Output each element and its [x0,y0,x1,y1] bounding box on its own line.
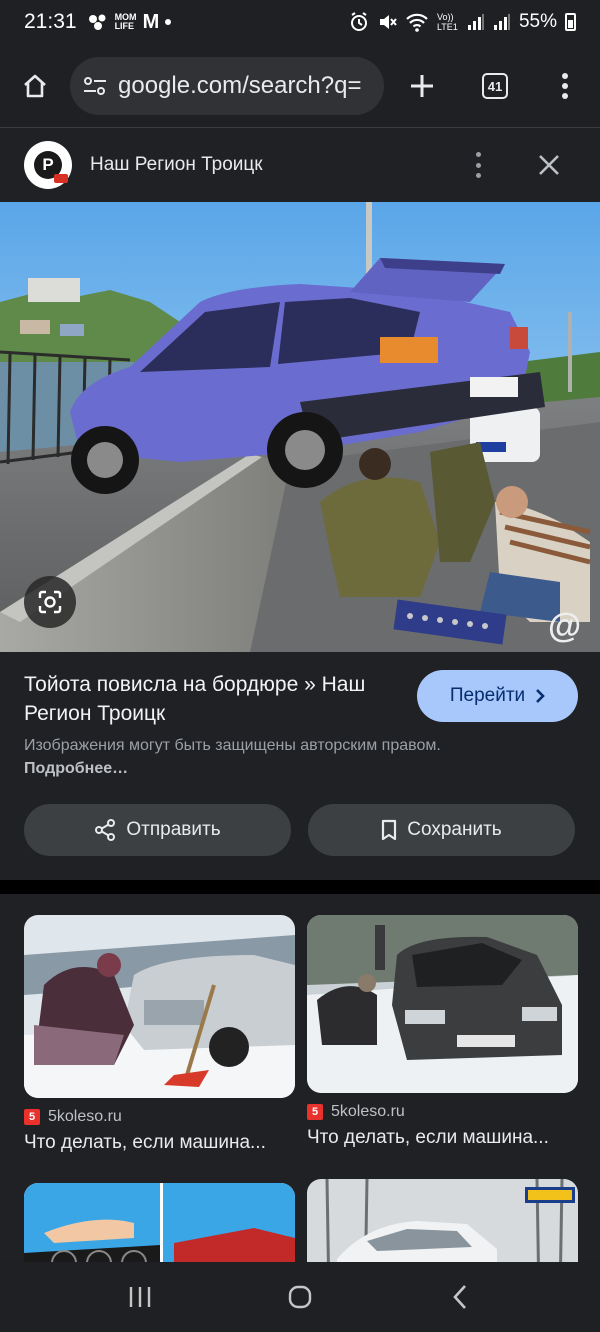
related-card[interactable] [307,1179,578,1262]
related-source: 5 5koleso.ru [24,1108,295,1126]
home-circle-icon [288,1285,312,1309]
browser-menu-button[interactable] [530,44,600,128]
related-card[interactable]: 5 5koleso.ru Что делать, если машина... [24,915,295,1154]
close-button[interactable] [534,150,564,180]
related-title[interactable]: Что делать, если машина... [24,1132,295,1154]
address-bar[interactable]: google.com/search?q= [70,57,384,115]
related-images: 5 5koleso.ru Что делать, если машина... … [0,894,600,1262]
car-on-curb-photo: @ [0,202,600,652]
related-image[interactable] [307,1179,578,1262]
tab-switcher-button[interactable]: 41 [460,44,530,128]
signal-icon [467,14,484,30]
svg-text:@: @ [548,607,581,645]
related-card[interactable] [24,1183,295,1262]
section-separator [0,880,600,894]
status-time: 21:31 [24,10,77,33]
snow-sedan-image [307,915,578,1093]
back-icon [453,1285,466,1309]
learn-more-link[interactable]: Подробнее… [24,760,128,777]
snowy-forest-car-image [307,1179,578,1262]
share-button-label: Отправить [126,819,221,840]
recents-icon [129,1287,151,1307]
status-bar: 21:31 MOM LIFE M Vo)) LTE1 55% [0,0,600,44]
home-button[interactable] [0,44,70,128]
battery-level: 55% [518,11,557,32]
home-icon [24,74,46,98]
related-source-name: 5koleso.ru [48,1108,122,1125]
site-favicon: 5 [24,1109,40,1125]
site-favicon: 5 [307,1104,323,1120]
notification-dots-icon [88,14,106,30]
lens-icon [38,590,62,614]
result-title[interactable]: Тойота повисла на бордюре » Наш Регион Т… [24,670,394,728]
related-image[interactable] [24,915,295,1098]
recents-button[interactable] [110,1267,170,1327]
snow-car-image [24,915,295,1098]
visit-button[interactable]: Перейти [417,670,578,722]
close-icon [539,155,559,175]
related-card[interactable]: 5 5koleso.ru Что делать, если машина... [307,915,578,1149]
source-logo[interactable]: P [24,141,72,189]
chevron-right-icon [536,689,545,703]
visit-button-label: Перейти [449,685,526,706]
plus-icon [411,75,433,97]
related-source-name: 5koleso.ru [331,1103,405,1120]
main-image[interactable]: @ [0,202,600,652]
dot-icon [165,19,172,25]
share-icon [95,819,116,841]
source-header: P Наш Регион Троицк [0,128,600,202]
related-image[interactable] [24,1183,295,1262]
share-button[interactable]: Отправить [24,804,291,856]
mom-life-app-icon: MOM LIFE [114,12,137,31]
gmail-icon: M [142,10,160,33]
bookmark-icon [382,819,397,841]
more-vert-icon [562,73,568,99]
site-settings-icon[interactable] [82,75,108,97]
copyright-notice: Изображения могут быть защищены авторски… [24,734,444,780]
signal-2-icon [493,14,510,30]
related-title[interactable]: Что делать, если машина... [307,1127,578,1149]
related-source: 5 5koleso.ru [307,1103,578,1121]
tab-count: 41 [482,73,508,99]
alarm-icon [350,12,367,31]
network-type-label: Vo)) LTE1 [436,12,458,32]
browser-toolbar: google.com/search?q= 41 [0,44,600,128]
system-nav-bar [0,1262,600,1332]
save-button[interactable]: Сохранить [308,804,575,856]
mute-icon [379,15,397,29]
url-text[interactable]: google.com/search?q= [118,72,373,100]
back-button[interactable] [430,1267,490,1327]
save-button-label: Сохранить [407,819,502,840]
logo-badge [54,174,68,183]
source-title[interactable]: Наш Регион Троицк [90,154,263,176]
dashboard-illustration-image [24,1183,295,1262]
home-nav-button[interactable] [270,1267,330,1327]
more-options-button[interactable] [466,150,490,180]
lens-search-button[interactable] [24,576,76,628]
battery-icon [565,13,576,31]
related-image[interactable] [307,915,578,1093]
copyright-text: Изображения могут быть защищены авторски… [24,737,441,754]
result-info: Тойота повисла на бордюре » Наш Регион Т… [0,652,600,880]
wifi-icon [406,13,428,32]
new-tab-button[interactable] [384,44,460,128]
